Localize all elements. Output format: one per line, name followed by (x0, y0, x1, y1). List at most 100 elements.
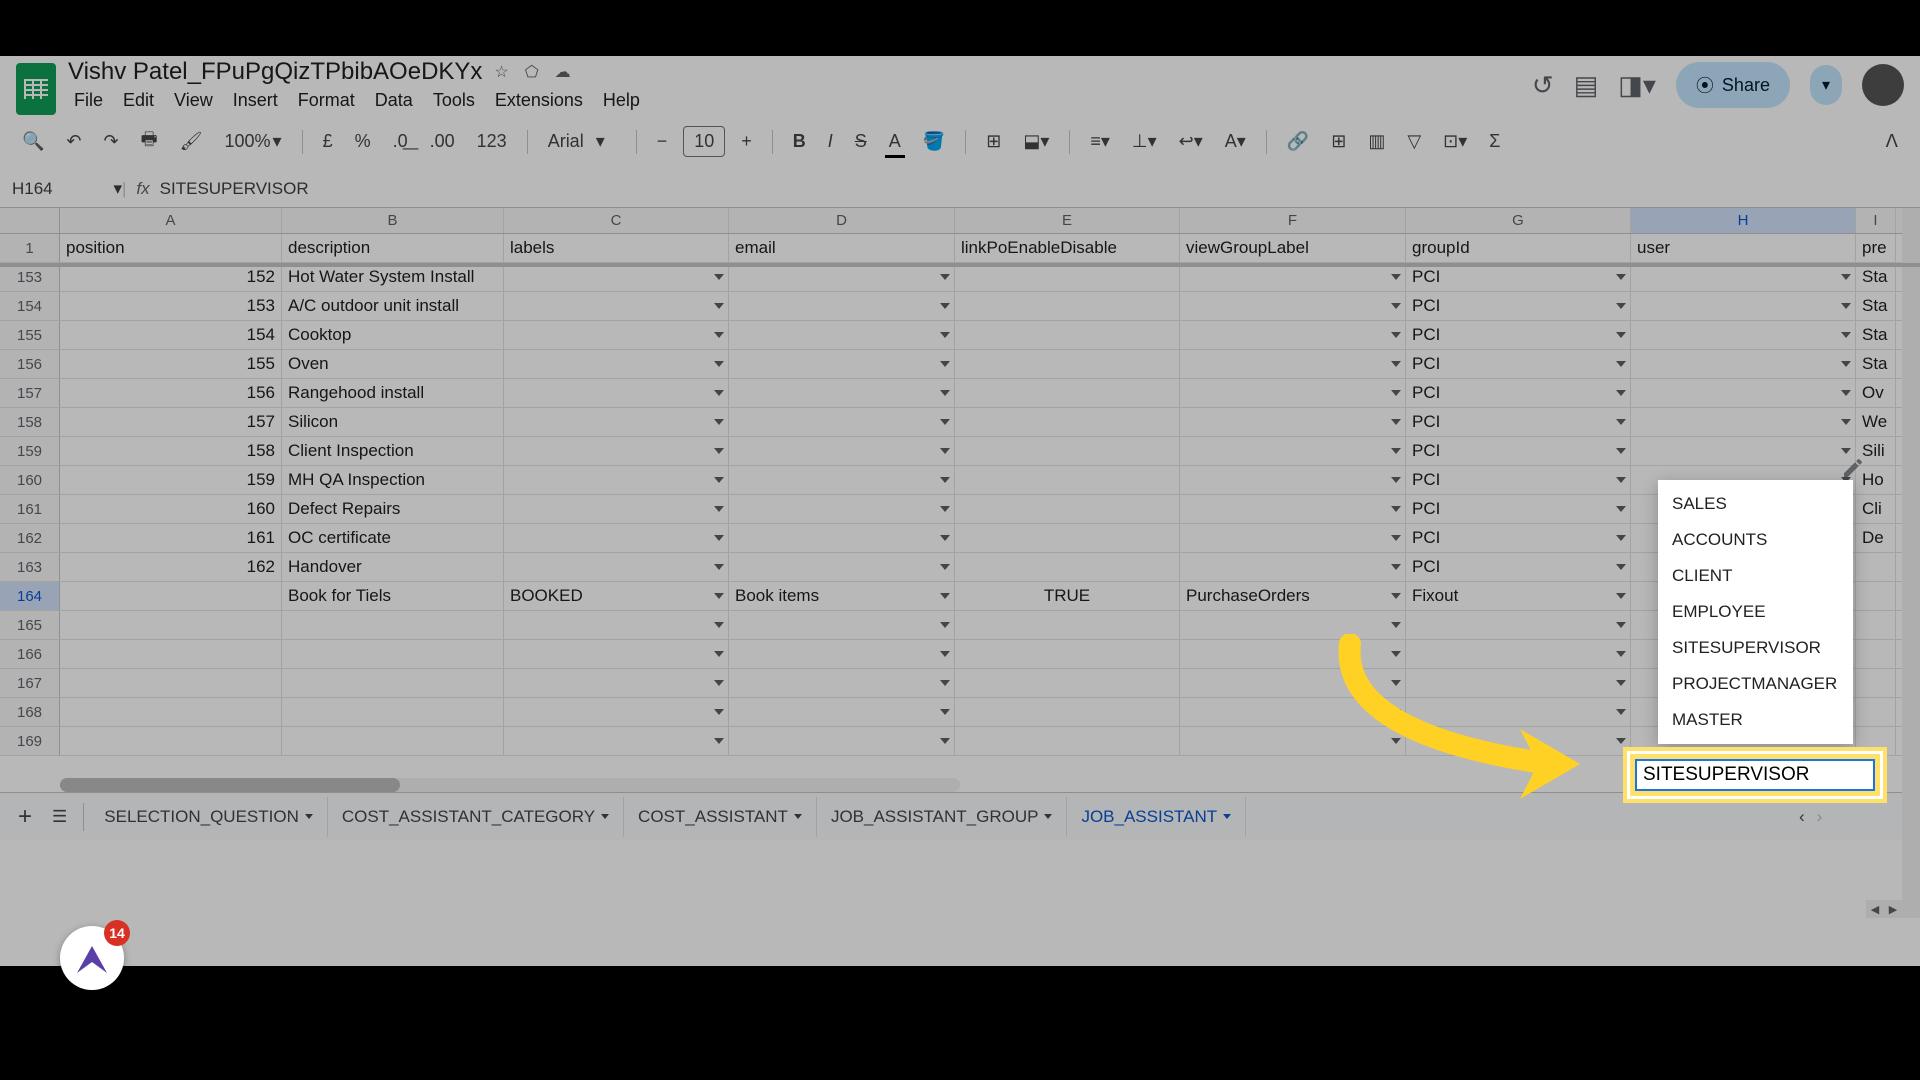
merge-button[interactable]: ⬓▾ (1017, 127, 1055, 156)
dropdown-arrow-icon[interactable] (714, 622, 724, 628)
cell[interactable] (282, 611, 504, 639)
dropdown-option[interactable]: SITESUPERVISOR (1658, 630, 1853, 666)
horizontal-scrollbar[interactable] (60, 778, 960, 792)
sheet-tab[interactable]: JOB_ASSISTANT_GROUP (817, 797, 1068, 837)
print-icon[interactable]: 🖶 (135, 123, 164, 161)
cell[interactable] (504, 611, 729, 639)
row-header[interactable]: 158 (0, 408, 60, 436)
add-sheet-button[interactable]: + (8, 795, 42, 839)
row-header[interactable]: 156 (0, 350, 60, 378)
dropdown-arrow-icon[interactable] (1841, 332, 1851, 338)
dropdown-arrow-icon[interactable] (1616, 274, 1626, 280)
cell[interactable]: PCI (1406, 263, 1631, 291)
cell[interactable] (955, 437, 1180, 465)
font-select[interactable]: Arial ▾ (542, 127, 622, 156)
zoom-select[interactable]: 100% ▾ (218, 127, 287, 156)
cell[interactable]: PurchaseOrders (1180, 582, 1406, 610)
cell[interactable]: Book for Tiels (282, 582, 504, 610)
dropdown-arrow-icon[interactable] (714, 303, 724, 309)
cell[interactable] (504, 727, 729, 755)
cell[interactable] (504, 379, 729, 407)
formula-value[interactable]: SITESUPERVISOR (160, 179, 309, 199)
cell[interactable] (955, 321, 1180, 349)
cell[interactable]: 156 (60, 379, 282, 407)
font-size-increase[interactable]: + (735, 127, 758, 156)
dropdown-option[interactable]: MASTER (1658, 702, 1853, 738)
dropdown-arrow-icon[interactable] (1616, 506, 1626, 512)
row-header[interactable]: 153 (0, 263, 60, 291)
cell[interactable]: Defect Repairs (282, 495, 504, 523)
dropdown-arrow-icon[interactable] (1391, 448, 1401, 454)
cell[interactable] (1406, 698, 1631, 726)
cell[interactable] (729, 350, 955, 378)
row-header[interactable]: 163 (0, 553, 60, 581)
cell[interactable] (1180, 524, 1406, 552)
cell[interactable] (1856, 611, 1896, 639)
filter-views-icon[interactable]: ⊡▾ (1437, 127, 1473, 156)
cell[interactable]: Hot Water System Install (282, 263, 504, 291)
dropdown-arrow-icon[interactable] (1391, 651, 1401, 657)
cell[interactable] (504, 292, 729, 320)
column-header-A[interactable]: A (60, 208, 282, 233)
dropdown-arrow-icon[interactable] (714, 448, 724, 454)
percent-button[interactable]: % (349, 127, 377, 156)
dropdown-arrow-icon[interactable] (1616, 477, 1626, 483)
cell[interactable] (282, 669, 504, 697)
increase-decimal-icon[interactable]: .00 (424, 127, 461, 156)
redo-icon[interactable]: ↷ (98, 127, 125, 156)
dropdown-arrow-icon[interactable] (714, 709, 724, 715)
row-header[interactable]: 162 (0, 524, 60, 552)
sheet-tab[interactable]: JOB_ASSISTANT (1067, 797, 1246, 837)
cell[interactable] (1631, 437, 1856, 465)
dropdown-arrow-icon[interactable] (940, 506, 950, 512)
cell[interactable] (729, 669, 955, 697)
menu-tools[interactable]: Tools (427, 88, 481, 113)
dropdown-arrow-icon[interactable] (940, 477, 950, 483)
cell[interactable] (60, 727, 282, 755)
column-header-G[interactable]: G (1406, 208, 1631, 233)
cell[interactable]: 161 (60, 524, 282, 552)
chevron-down-icon[interactable] (1044, 814, 1052, 819)
cell[interactable] (1180, 698, 1406, 726)
dropdown-arrow-icon[interactable] (714, 390, 724, 396)
sheet-tab[interactable]: COST_ASSISTANT_CATEGORY (328, 797, 624, 837)
dropdown-arrow-icon[interactable] (1391, 738, 1401, 744)
dropdown-arrow-icon[interactable] (940, 651, 950, 657)
cell[interactable] (729, 408, 955, 436)
filter-icon[interactable]: ▽ (1401, 127, 1427, 156)
cell[interactable] (504, 640, 729, 668)
cell[interactable]: Silicon (282, 408, 504, 436)
cell[interactable]: Cli (1856, 495, 1896, 523)
cell[interactable] (729, 466, 955, 494)
row-header[interactable]: 164 (0, 582, 60, 610)
sheets-logo[interactable] (16, 63, 56, 115)
cell[interactable] (729, 292, 955, 320)
dropdown-arrow-icon[interactable] (1841, 274, 1851, 280)
cell[interactable]: Sta (1856, 263, 1896, 291)
cell[interactable] (955, 263, 1180, 291)
cell[interactable] (729, 727, 955, 755)
dropdown-arrow-icon[interactable] (1616, 419, 1626, 425)
dropdown-arrow-icon[interactable] (1391, 332, 1401, 338)
dropdown-arrow-icon[interactable] (1841, 419, 1851, 425)
dropdown-arrow-icon[interactable] (1391, 390, 1401, 396)
meet-icon[interactable]: ◨▾ (1618, 70, 1656, 101)
cell[interactable]: 154 (60, 321, 282, 349)
tab-scroll-left[interactable]: ‹ (1799, 807, 1805, 827)
cell[interactable] (955, 611, 1180, 639)
cell[interactable] (504, 495, 729, 523)
dropdown-arrow-icon[interactable] (940, 303, 950, 309)
cell[interactable] (60, 582, 282, 610)
cell[interactable] (1631, 408, 1856, 436)
decrease-decimal-icon[interactable]: .0͟ (387, 127, 414, 156)
column-header-C[interactable]: C (504, 208, 729, 233)
dropdown-arrow-icon[interactable] (714, 651, 724, 657)
collapse-toolbar-icon[interactable]: ᐱ (1880, 127, 1904, 156)
cell[interactable] (729, 640, 955, 668)
chevron-down-icon[interactable] (794, 814, 802, 819)
cell[interactable]: Sta (1856, 321, 1896, 349)
dropdown-arrow-icon[interactable] (940, 738, 950, 744)
cell[interactable] (1180, 408, 1406, 436)
cell[interactable] (1631, 321, 1856, 349)
dropdown-arrow-icon[interactable] (1616, 738, 1626, 744)
